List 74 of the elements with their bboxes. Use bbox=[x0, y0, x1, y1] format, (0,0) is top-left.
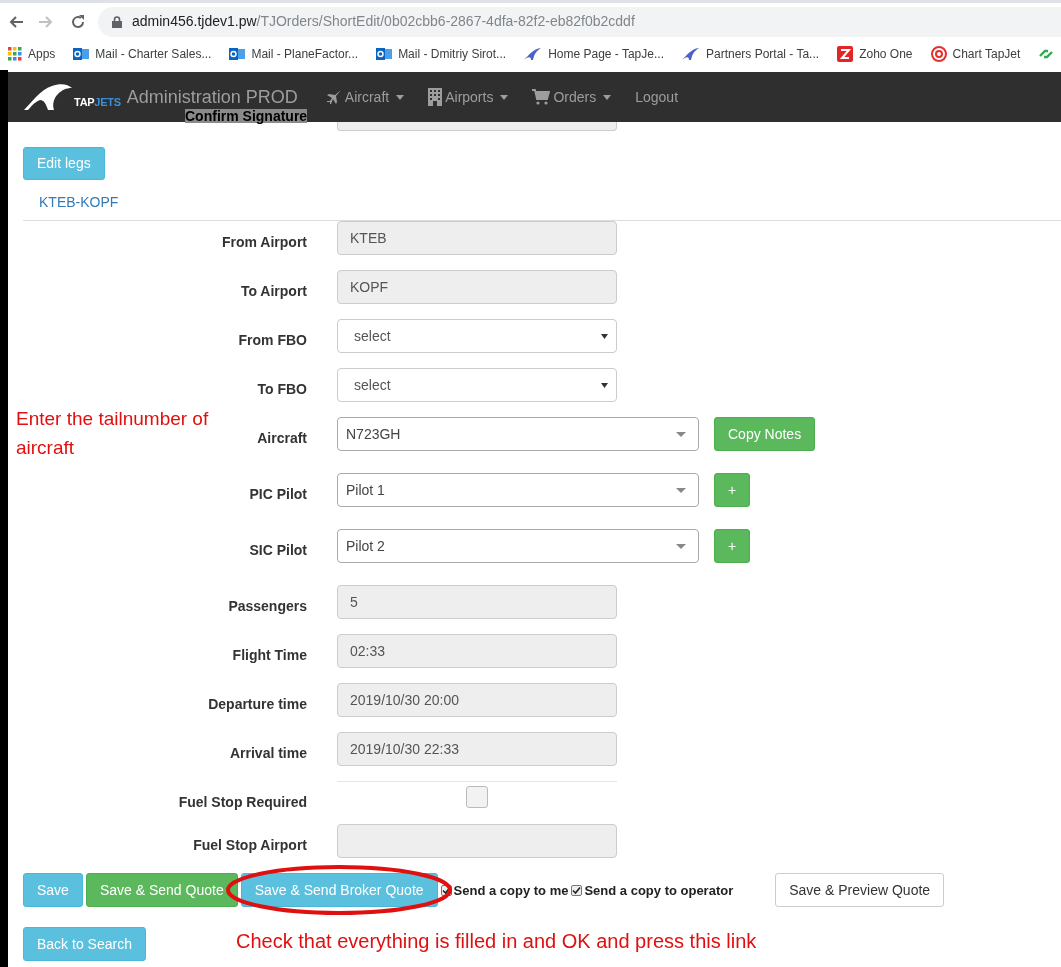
leg-link[interactable]: KTEB-KOPF bbox=[39, 194, 119, 210]
combo-field[interactable]: Pilot 1 bbox=[337, 473, 699, 507]
dropdown-arrow-icon bbox=[676, 487, 686, 493]
logo-text: TAPJETS bbox=[74, 94, 121, 110]
dropdown-arrow-icon bbox=[676, 431, 686, 437]
field-label: From Airport bbox=[221, 234, 307, 250]
text-field[interactable]: KTEB bbox=[337, 221, 617, 255]
dropdown-arrow-icon bbox=[601, 333, 608, 339]
field-label: Flight Time bbox=[232, 647, 307, 663]
annotation-text: Check that everything is filled in and OK and press this link bbox=[236, 929, 757, 954]
field-label: To Airport bbox=[240, 283, 307, 299]
nav-menu-item[interactable]: Orders bbox=[532, 86, 612, 108]
checkbox-label: Send a copy to operator bbox=[584, 882, 734, 900]
field-label: SIC Pilot bbox=[249, 542, 307, 558]
dropdown-arrow-icon bbox=[676, 543, 686, 549]
swoosh-icon bbox=[681, 47, 700, 61]
bookmark-link[interactable]: Mail - Dmitriy Sirot... bbox=[398, 45, 507, 63]
mail-icon bbox=[229, 46, 246, 62]
target-icon bbox=[930, 46, 947, 62]
checkbox[interactable] bbox=[571, 885, 583, 897]
field-label: Departure time bbox=[208, 696, 307, 712]
field-label: Aircraft bbox=[257, 430, 307, 446]
field-label: Fuel Stop Required bbox=[178, 794, 307, 810]
text-field[interactable] bbox=[337, 824, 617, 858]
field-label: Confirm Signature bbox=[185, 109, 308, 123]
bookmark-link[interactable]: Partners Portal - Ta... bbox=[705, 45, 820, 63]
cart-icon bbox=[532, 89, 551, 105]
zoho-icon bbox=[837, 46, 854, 62]
text-field[interactable]: 2019/10/30 22:33 bbox=[337, 732, 617, 766]
select-field[interactable]: select bbox=[337, 319, 617, 353]
dropdown-arrow-icon bbox=[601, 382, 608, 388]
field-label: From FBO bbox=[238, 332, 307, 348]
nav-menu-item[interactable]: Aircraft bbox=[325, 86, 405, 108]
annotation-text: Enter the tailnumber of aircraft bbox=[16, 407, 210, 460]
link-icon bbox=[1038, 48, 1055, 60]
url-text: admin456.tjdev1.pw/TJOrders/ShortEdit/0b02cbb6-2867-4dfa-82f2-eb82f0b2cddf bbox=[132, 12, 635, 31]
text-field[interactable]: 2019/10/30 20:00 bbox=[337, 683, 617, 717]
mail-icon bbox=[73, 46, 90, 62]
field-label: To FBO bbox=[257, 381, 307, 397]
save-button[interactable]: Save & Preview Quote bbox=[775, 873, 945, 907]
bookmark-link[interactable]: Mail - PlaneFactor... bbox=[251, 45, 359, 63]
nav-menu-item[interactable]: Logout bbox=[635, 86, 679, 108]
select-field[interactable]: select bbox=[337, 368, 617, 402]
field-label: Fuel Stop Airport bbox=[193, 837, 307, 853]
checkmark-icon bbox=[572, 886, 582, 896]
bookmark-link[interactable]: Home Page - TapJe... bbox=[548, 45, 664, 63]
bookmark-link[interactable]: Chart TapJet bbox=[952, 45, 1021, 63]
text-field[interactable]: 5 bbox=[337, 585, 617, 619]
checkbox-label: Send a copy to me bbox=[453, 882, 569, 900]
nav-menu-item[interactable]: Airports bbox=[428, 86, 509, 108]
back-icon[interactable] bbox=[8, 13, 24, 30]
apps-grid-icon bbox=[8, 47, 22, 61]
bookmark-link[interactable]: Apps bbox=[28, 45, 56, 63]
text-field[interactable]: KOPF bbox=[337, 270, 617, 304]
building-icon bbox=[428, 88, 443, 106]
logo-icon bbox=[22, 82, 74, 112]
combo-field[interactable]: N723GH bbox=[337, 417, 699, 451]
bookmark-link[interactable]: Mail - Charter Sales... bbox=[95, 45, 212, 63]
field-label: PIC Pilot bbox=[249, 486, 307, 502]
mail-icon bbox=[376, 46, 393, 62]
reload-icon[interactable] bbox=[70, 13, 86, 30]
combo-field[interactable]: Pilot 2 bbox=[337, 529, 699, 563]
checkbox[interactable] bbox=[466, 785, 488, 808]
field-label: Passengers bbox=[228, 598, 307, 614]
bookmark-link[interactable]: Zoho One bbox=[859, 45, 913, 63]
lock-icon bbox=[112, 15, 122, 28]
navbar-title[interactable]: Administration PROD bbox=[126, 83, 298, 111]
swoosh-icon bbox=[524, 47, 543, 61]
checkmark-icon bbox=[441, 886, 451, 896]
plane-icon bbox=[325, 89, 342, 105]
field-label: Arrival time bbox=[229, 745, 307, 761]
text-field[interactable]: 02:33 bbox=[337, 634, 617, 668]
address-bar[interactable]: admin456.tjdev1.pw/TJOrders/ShortEdit/0b02cbb6-2867-4dfa-82f2-eb82f0b2cddf bbox=[98, 6, 1061, 37]
checkbox[interactable] bbox=[440, 885, 452, 897]
